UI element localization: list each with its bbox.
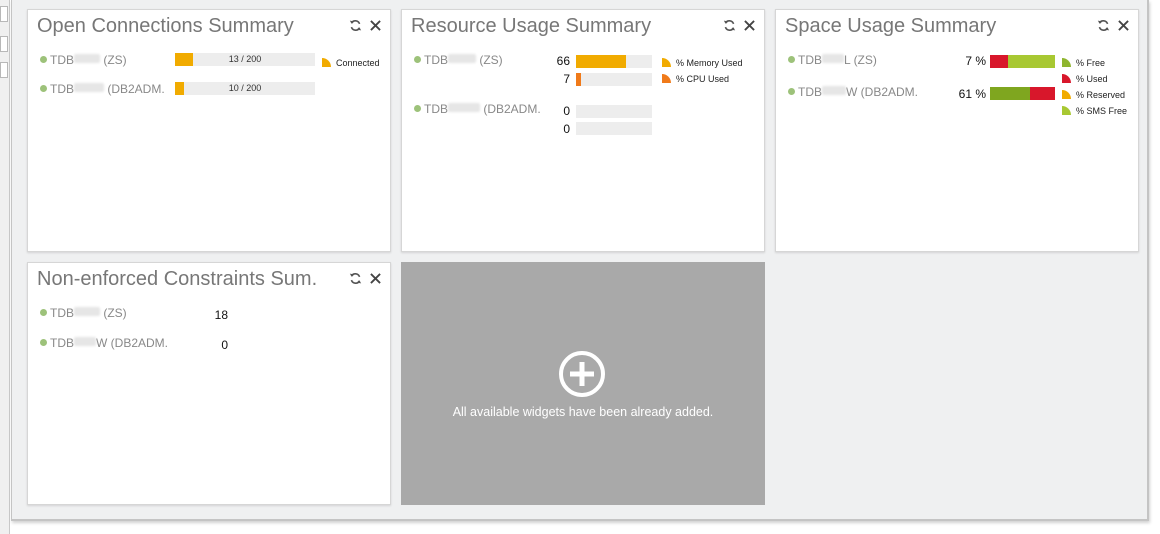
widget-title: Open Connections Summary — [37, 15, 294, 37]
refresh-icon[interactable] — [348, 16, 362, 34]
space-bar — [990, 55, 1055, 68]
database-name: TDB (DB2ADM. — [50, 82, 165, 96]
widget-title: Space Usage Summary — [785, 15, 997, 37]
cpu-value: 7 — [563, 72, 570, 86]
free-segment — [990, 87, 1030, 100]
constraint-count: 18 — [214, 308, 228, 322]
legend-swatch — [662, 74, 671, 83]
database-name: TDB W (DB2ADM. — [50, 336, 168, 350]
status-dot — [40, 85, 47, 92]
connection-count: 10 / 200 — [228, 83, 262, 93]
legend-swatch — [322, 58, 331, 67]
widget-space-usage: Space Usage Summary TDB L (ZS) 7 % TDB W (… — [775, 9, 1139, 252]
space-percent: 61 % — [958, 87, 986, 101]
legend-swatch — [1062, 58, 1071, 67]
memory-bar-fill — [576, 55, 627, 68]
legend-swatch — [1062, 106, 1071, 115]
constraint-count: 0 — [221, 338, 228, 352]
widget-toolbar — [348, 269, 382, 287]
status-dot — [40, 309, 47, 316]
widget-title: Resource Usage Summary — [411, 15, 652, 37]
legend-used: % Used — [1062, 74, 1108, 85]
add-widget-placeholder: All available widgets have been already … — [401, 262, 765, 505]
status-dot — [414, 105, 421, 112]
connection-count: 13 / 200 — [228, 54, 262, 64]
space-percent: 7 % — [965, 54, 986, 68]
widget-title: Non-enforced Constraints Sum. — [37, 268, 318, 290]
legend-sms-free: % SMS Free — [1062, 106, 1127, 117]
close-icon[interactable] — [368, 269, 382, 287]
legend-swatch — [1062, 90, 1071, 99]
cpu-bar — [576, 122, 652, 135]
memory-value: 66 — [556, 54, 570, 68]
close-icon[interactable] — [1116, 16, 1130, 34]
legend-swatch — [662, 58, 671, 67]
legend-reserved: % Reserved — [1062, 90, 1125, 101]
database-name: TDB W (DB2ADM. — [798, 85, 918, 99]
memory-bar — [576, 55, 652, 68]
status-dot — [414, 56, 421, 63]
status-dot — [40, 339, 47, 346]
widget-open-connections: Open Connections Summary TDB (ZS) 13 / 2… — [27, 9, 391, 252]
database-name: TDB (DB2ADM. — [424, 102, 541, 116]
database-name: TDB (ZS) — [50, 306, 127, 320]
cpu-bar — [576, 73, 652, 86]
status-dot — [40, 56, 47, 63]
legend-memory-used: % Memory Used — [662, 58, 743, 69]
memory-value: 0 — [563, 104, 570, 118]
legend-cpu-used: % CPU Used — [662, 74, 729, 85]
dashboard-area: Open Connections Summary TDB (ZS) 13 / 2… — [11, 0, 1149, 521]
left-panel-edge — [0, 0, 10, 534]
refresh-icon[interactable] — [722, 16, 736, 34]
panel-edge-control[interactable] — [0, 36, 8, 52]
legend-swatch — [1062, 74, 1071, 83]
status-dot — [788, 56, 795, 63]
widget-toolbar — [348, 16, 382, 34]
connection-bar: 10 / 200 — [175, 82, 315, 95]
panel-edge-control[interactable] — [0, 62, 8, 78]
cpu-bar-fill — [576, 73, 582, 86]
free-segment — [1008, 55, 1055, 68]
cpu-value: 0 — [563, 122, 570, 136]
close-icon[interactable] — [368, 16, 382, 34]
legend-connected: Connected — [322, 58, 380, 69]
status-dot — [788, 88, 795, 95]
database-name: TDB L (ZS) — [798, 53, 877, 67]
connection-bar: 13 / 200 — [175, 53, 315, 66]
panel-edge-control[interactable] — [0, 6, 8, 22]
database-name: TDB (ZS) — [424, 53, 503, 67]
widget-toolbar — [722, 16, 756, 34]
legend-free: % Free — [1062, 58, 1105, 69]
database-name: TDB (ZS) — [50, 53, 127, 67]
add-circle-icon[interactable] — [558, 350, 606, 398]
used-segment — [1030, 87, 1055, 100]
placeholder-message: All available widgets have been already … — [452, 405, 714, 419]
memory-bar — [576, 105, 652, 118]
close-icon[interactable] — [742, 16, 756, 34]
refresh-icon[interactable] — [1096, 16, 1110, 34]
space-bar — [990, 87, 1055, 100]
widget-toolbar — [1096, 16, 1130, 34]
refresh-icon[interactable] — [348, 269, 362, 287]
widget-resource-usage: Resource Usage Summary TDB (ZS) 66 7 TDB… — [401, 9, 765, 252]
widget-non-enforced-constraints: Non-enforced Constraints Sum. TDB (ZS) 1… — [27, 262, 391, 505]
used-segment — [990, 55, 1008, 68]
